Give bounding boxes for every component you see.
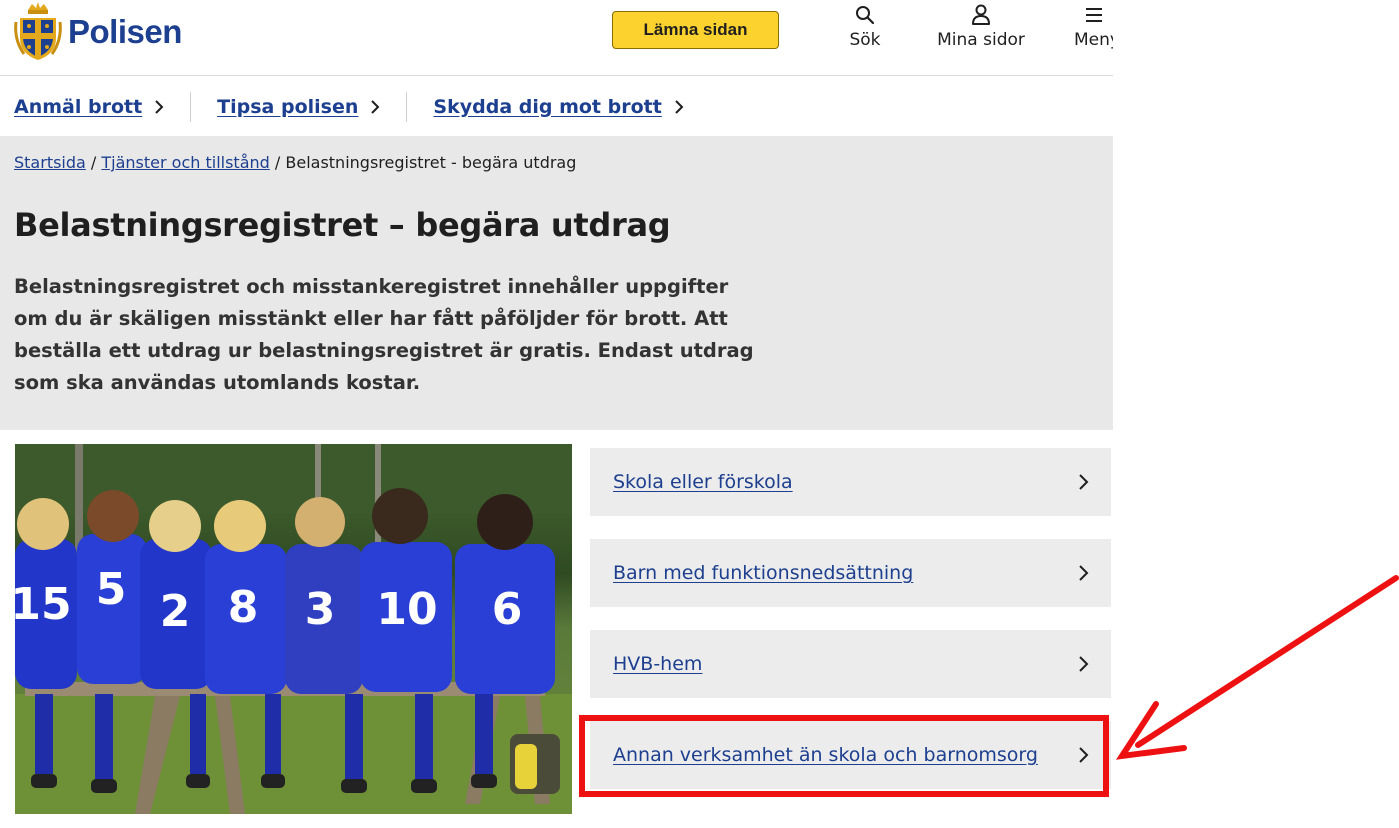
- quick-nav-label[interactable]: Skydda dig mot brott: [433, 96, 661, 118]
- breadcrumb-section-link[interactable]: Tjänster och tillstånd: [101, 153, 269, 172]
- jersey-number: 10: [376, 584, 437, 635]
- link-card-label[interactable]: Skola eller förskola: [613, 471, 793, 493]
- link-card-label[interactable]: HVB-hem: [613, 653, 702, 675]
- page-title: Belastningsregistret – begära utdrag: [14, 206, 671, 244]
- jersey-number: 8: [228, 582, 259, 633]
- quick-nav-report-crime[interactable]: Anmäl brott: [0, 77, 190, 136]
- link-card-hvb-home[interactable]: HVB-hem: [590, 630, 1111, 698]
- link-card-label[interactable]: Annan verksamhet än skola och barnomsorg: [613, 744, 1038, 766]
- menu-label: Meny: [1074, 30, 1113, 50]
- search-button[interactable]: Sök: [848, 2, 882, 50]
- chevron-right-icon: [370, 99, 380, 115]
- jersey-number: 15: [15, 579, 72, 630]
- leave-page-button[interactable]: Lämna sidan: [612, 11, 779, 49]
- chevron-right-icon: [1079, 474, 1089, 490]
- lead-paragraph: Belastningsregistret och misstankeregist…: [14, 275, 754, 394]
- link-card-label[interactable]: Barn med funktionsnedsättning: [613, 562, 913, 584]
- chevron-right-icon: [1079, 656, 1089, 672]
- breadcrumb-current: Belastningsregistret - begära utdrag: [285, 153, 577, 172]
- user-icon: [971, 2, 991, 28]
- annotation-arrow-icon: [1115, 575, 1399, 760]
- link-card-other-activity[interactable]: Annan verksamhet än skola och barnomsorg: [590, 721, 1111, 789]
- breadcrumb-home-link[interactable]: Startsida: [14, 153, 86, 172]
- chevron-right-icon: [1079, 747, 1089, 763]
- jersey-number: 3: [305, 584, 336, 635]
- police-crest-icon: [14, 2, 62, 60]
- link-card-disabled-children[interactable]: Barn med funktionsnedsättning: [590, 539, 1111, 607]
- chevron-right-icon: [674, 99, 684, 115]
- chevron-right-icon: [154, 99, 164, 115]
- link-card-school-preschool[interactable]: Skola eller förskola: [590, 448, 1111, 516]
- breadcrumb-separator: /: [269, 153, 286, 172]
- logo-text: Polisen: [68, 13, 182, 50]
- search-icon: [855, 2, 875, 28]
- quick-nav-label[interactable]: Anmäl brott: [14, 96, 142, 118]
- search-label: Sök: [849, 30, 881, 50]
- breadcrumb: Startsida / Tjänster och tillstånd / Bel…: [14, 153, 576, 172]
- site-header: Polisen Lämna sidan Sök Mina sidor Meny: [0, 0, 1113, 76]
- hero-section: Startsida / Tjänster och tillstånd / Bel…: [0, 136, 1113, 430]
- kids-football-photo: 15 5 2 8 3 10 6: [15, 444, 572, 814]
- jersey-number: 6: [492, 584, 523, 635]
- jersey-number: 2: [160, 586, 191, 637]
- page: Polisen Lämna sidan Sök Mina sidor Meny …: [0, 0, 1113, 828]
- jersey-number: 5: [96, 564, 127, 615]
- menu-button[interactable]: Meny: [1074, 2, 1113, 50]
- my-pages-label: Mina sidor: [937, 30, 1025, 50]
- quick-nav-protect-yourself[interactable]: Skydda dig mot brott: [407, 77, 684, 136]
- logo[interactable]: Polisen: [14, 0, 182, 64]
- chevron-right-icon: [1079, 565, 1089, 581]
- hamburger-menu-icon: [1074, 2, 1113, 28]
- quick-nav-label[interactable]: Tipsa polisen: [217, 96, 358, 118]
- breadcrumb-separator: /: [85, 153, 102, 172]
- my-pages-button[interactable]: Mina sidor: [930, 2, 1032, 50]
- quick-nav: Anmäl brott Tipsa polisen Skydda dig mot…: [0, 77, 1113, 136]
- quick-nav-tip-police[interactable]: Tipsa polisen: [191, 77, 406, 136]
